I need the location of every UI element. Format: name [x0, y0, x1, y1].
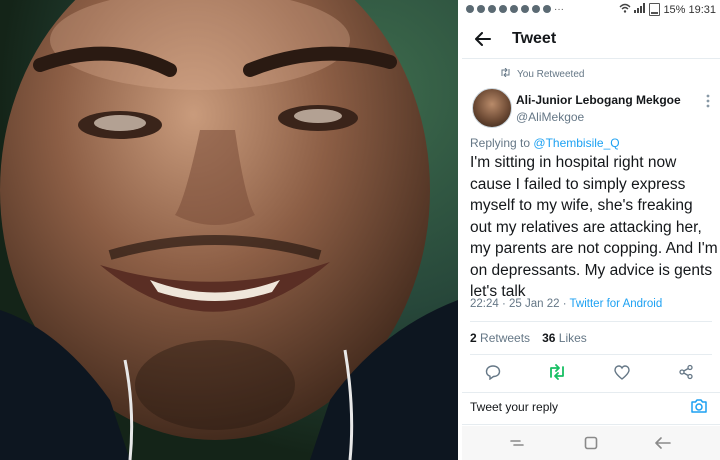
status-right: 15% 19:31	[619, 3, 716, 16]
replying-to-link[interactable]: @Thembisile_Q	[533, 136, 619, 150]
home-icon[interactable]	[582, 434, 600, 452]
retweets-label: Retweets	[480, 331, 531, 345]
notification-icon	[532, 5, 540, 13]
notification-icon	[499, 5, 507, 13]
notification-icon	[488, 5, 496, 13]
retweeted-indicator: You Retweeted	[500, 67, 585, 80]
more-options-icon[interactable]	[706, 94, 710, 111]
replying-to: Replying to @Thembisile_Q	[470, 136, 620, 150]
tweet-actions	[462, 360, 720, 384]
more-notifications-icon: ···	[554, 3, 564, 15]
notification-icon	[510, 5, 518, 13]
tweet-stats: 2 Retweets 36 Likes	[470, 331, 587, 345]
tweet-client-link[interactable]: Twitter for Android	[570, 298, 663, 310]
divider	[470, 354, 712, 355]
battery-icon	[649, 3, 661, 16]
wifi-icon	[619, 3, 631, 16]
retweets-count: 2	[470, 331, 477, 345]
like-icon[interactable]	[610, 360, 634, 384]
notification-icon	[543, 5, 551, 13]
likes-label: Likes	[558, 331, 587, 345]
share-icon[interactable]	[674, 360, 698, 384]
display-name[interactable]: Ali-Junior Lebogang Mekgoe	[516, 93, 681, 107]
arrow-left-icon[interactable]	[472, 28, 494, 50]
tweet-meta: 22:24 · 25 Jan 22 · Twitter for Android	[470, 298, 662, 310]
photo-illustration	[0, 0, 458, 460]
camera-icon[interactable]	[690, 398, 710, 416]
status-time: 19:31	[688, 3, 716, 16]
status-bar: ··· 15% 19:31	[462, 0, 720, 18]
notification-icon	[466, 5, 474, 13]
user-handle[interactable]: @AliMekgoe	[516, 110, 584, 124]
signal-icon	[634, 3, 646, 16]
tweet-timestamp: 22:24 · 25 Jan 22 ·	[470, 298, 570, 310]
divider	[462, 392, 720, 393]
divider	[470, 321, 712, 322]
retweet-icon[interactable]	[545, 360, 569, 384]
likes-stat[interactable]: 36 Likes	[542, 331, 587, 345]
divider	[462, 424, 720, 425]
battery-percent: 15%	[663, 3, 686, 16]
likes-count: 36	[542, 331, 556, 345]
reply-input[interactable]: Tweet your reply	[470, 400, 558, 414]
profile-photo	[0, 0, 458, 460]
replying-prefix: Replying to	[470, 136, 531, 150]
notification-icon	[521, 5, 529, 13]
notification-icon	[477, 5, 485, 13]
tweet-text: I'm sitting in hospital right now cause …	[470, 154, 718, 300]
retweet-icon	[500, 67, 511, 80]
notification-icons: ···	[462, 4, 564, 15]
retweeted-label: You Retweeted	[517, 68, 585, 80]
reply-icon[interactable]	[481, 360, 505, 384]
app-bar: Tweet	[462, 22, 720, 56]
retweets-stat[interactable]: 2 Retweets	[470, 331, 530, 345]
avatar[interactable]	[472, 88, 512, 128]
page-title: Tweet	[512, 30, 557, 47]
back-nav-icon[interactable]	[654, 434, 672, 452]
header-divider	[462, 58, 720, 59]
system-nav-bar	[462, 426, 720, 460]
tweet-screen: ··· 15% 19:31 Tweet You Retweeted Ali-Ju…	[462, 0, 720, 460]
recents-icon[interactable]	[508, 434, 526, 452]
